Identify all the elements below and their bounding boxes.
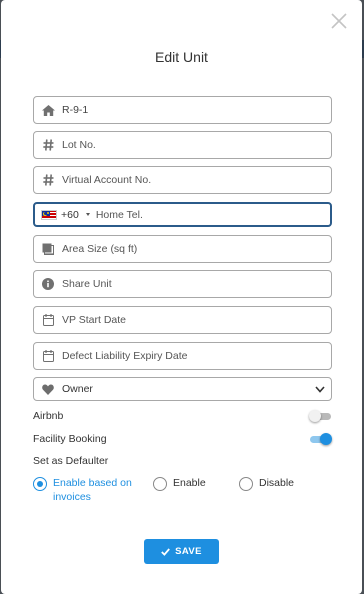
home-tel-field[interactable]: +60 Home Tel.	[33, 202, 332, 227]
country-code-selector[interactable]: +60	[35, 204, 90, 225]
owner-type-value: Owner	[62, 383, 93, 395]
malaysia-flag-icon	[41, 209, 57, 220]
area-size-field[interactable]: Area Size (sq ft)	[33, 235, 332, 263]
area-icon	[34, 236, 62, 262]
calendar-icon	[34, 343, 62, 369]
radio-enable[interactable]: Enable	[153, 476, 206, 491]
country-code: +60	[61, 208, 79, 221]
radio-label: Enable based on invoices	[53, 477, 132, 503]
radio-button[interactable]	[239, 477, 253, 491]
defect-liability-field[interactable]: Defect Liability Expiry Date	[33, 342, 332, 370]
radio-button[interactable]	[153, 477, 167, 491]
radio-button[interactable]	[33, 477, 47, 491]
share-unit-placeholder: Share Unit	[62, 278, 112, 290]
vp-start-date-field[interactable]: VP Start Date	[33, 306, 332, 334]
save-button[interactable]: SAVE	[144, 539, 219, 564]
virtual-account-placeholder: Virtual Account No.	[62, 174, 152, 186]
unit-no-field[interactable]: R-9-1	[33, 96, 332, 124]
lot-no-placeholder: Lot No.	[62, 139, 96, 151]
owner-type-select[interactable]: Owner	[33, 377, 332, 401]
caret-down-icon	[85, 213, 90, 216]
save-button-label: SAVE	[175, 546, 202, 557]
unit-no-value: R-9-1	[62, 104, 89, 116]
radio-enable-based-on-invoices[interactable]: Enable based on invoices	[33, 476, 145, 504]
airbnb-toggle[interactable]	[309, 410, 332, 422]
radio-label: Enable	[173, 477, 206, 489]
check-icon	[161, 547, 170, 556]
edit-unit-modal: Edit Unit R-9-1 Lot No. Virtual Account …	[1, 0, 362, 594]
vp-start-date-placeholder: VP Start Date	[62, 314, 127, 326]
radio-label: Disable	[259, 477, 295, 489]
defaulter-label: Set as Defaulter	[33, 455, 109, 467]
defaulter-radio-group: Enable based on invoices Enable Disable	[33, 476, 332, 508]
area-size-placeholder: Area Size (sq ft)	[62, 243, 138, 255]
virtual-account-field[interactable]: Virtual Account No.	[33, 166, 332, 194]
airbnb-label: Airbnb	[33, 410, 64, 422]
defect-liability-placeholder: Defect Liability Expiry Date	[62, 350, 188, 362]
home-icon	[34, 97, 62, 123]
close-icon	[331, 13, 347, 29]
hash-icon	[34, 132, 62, 158]
facility-booking-label: Facility Booking	[33, 433, 107, 445]
calendar-icon	[34, 307, 62, 333]
hash-icon	[34, 167, 62, 193]
facility-booking-row: Facility Booking	[33, 431, 332, 447]
chevron-down-icon	[315, 385, 325, 393]
facility-booking-toggle[interactable]	[309, 433, 332, 445]
lot-no-field[interactable]: Lot No.	[33, 131, 332, 159]
home-tel-placeholder: Home Tel.	[95, 208, 143, 221]
heart-icon	[34, 378, 62, 400]
airbnb-row: Airbnb	[33, 408, 332, 424]
share-unit-field[interactable]: Share Unit	[33, 270, 332, 298]
modal-title: Edit Unit	[155, 49, 208, 65]
radio-disable[interactable]: Disable	[239, 476, 294, 491]
close-button[interactable]	[330, 12, 348, 30]
info-icon	[34, 271, 62, 297]
